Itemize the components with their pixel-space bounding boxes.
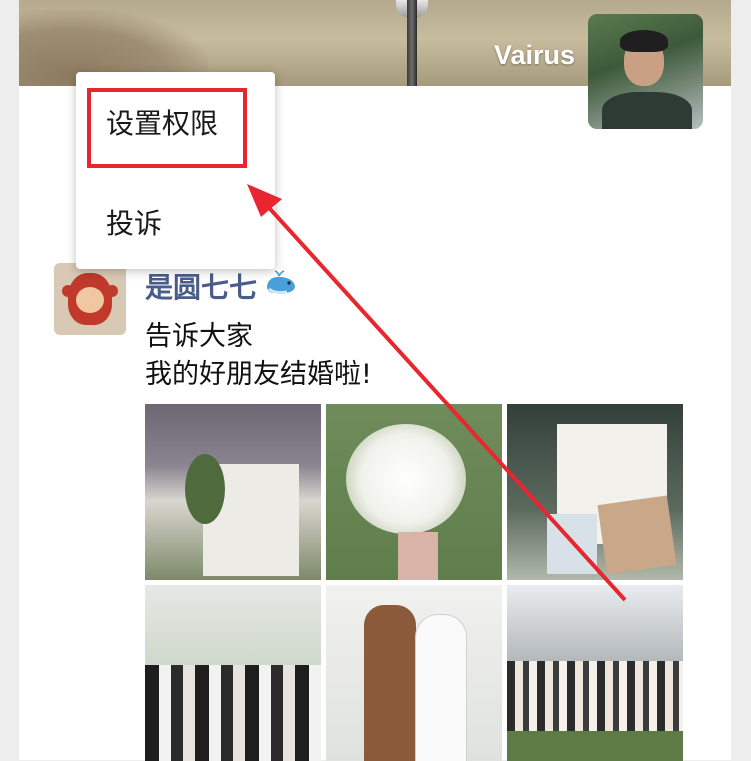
photo-wedding-sign[interactable] [507,404,683,580]
highlight-box [87,88,247,168]
photo-group-people [145,665,321,761]
cover-pole [407,0,417,86]
photo-bridal-bouquet[interactable] [326,404,502,580]
menu-item-report[interactable]: 投诉 [76,194,275,254]
photo-crowd-lawn [507,731,683,761]
photo-sign-frame [597,495,677,575]
photo-bride [416,615,466,761]
avatar-shirt [602,92,692,129]
post-author-avatar[interactable] [54,263,126,335]
photo-bouquet-flowers [346,424,466,534]
whale-emoji-icon [267,270,295,295]
photo-greenery [185,454,225,524]
photo-sign-card [547,514,597,574]
photo-crowd-people [507,661,683,731]
avatar-hair [620,30,668,52]
profile-avatar[interactable] [588,14,703,129]
photo-crowd[interactable] [507,585,683,761]
post-author-name[interactable]: 是圆七七 [145,266,257,306]
photo-couple[interactable] [326,585,502,761]
post-text-line-1: 告诉大家 [145,321,253,352]
photo-wedding-backdrop[interactable] [145,404,321,580]
menu-item-report-label: 投诉 [106,207,163,240]
photo-group[interactable] [145,585,321,761]
post-text-line-2: 我的好朋友结婚啦! [145,359,372,390]
cover-username: Vairus [493,40,575,70]
photo-groom [364,605,416,761]
avatar-monkey-face [76,287,104,313]
photo-bouquet-hand [398,532,438,580]
